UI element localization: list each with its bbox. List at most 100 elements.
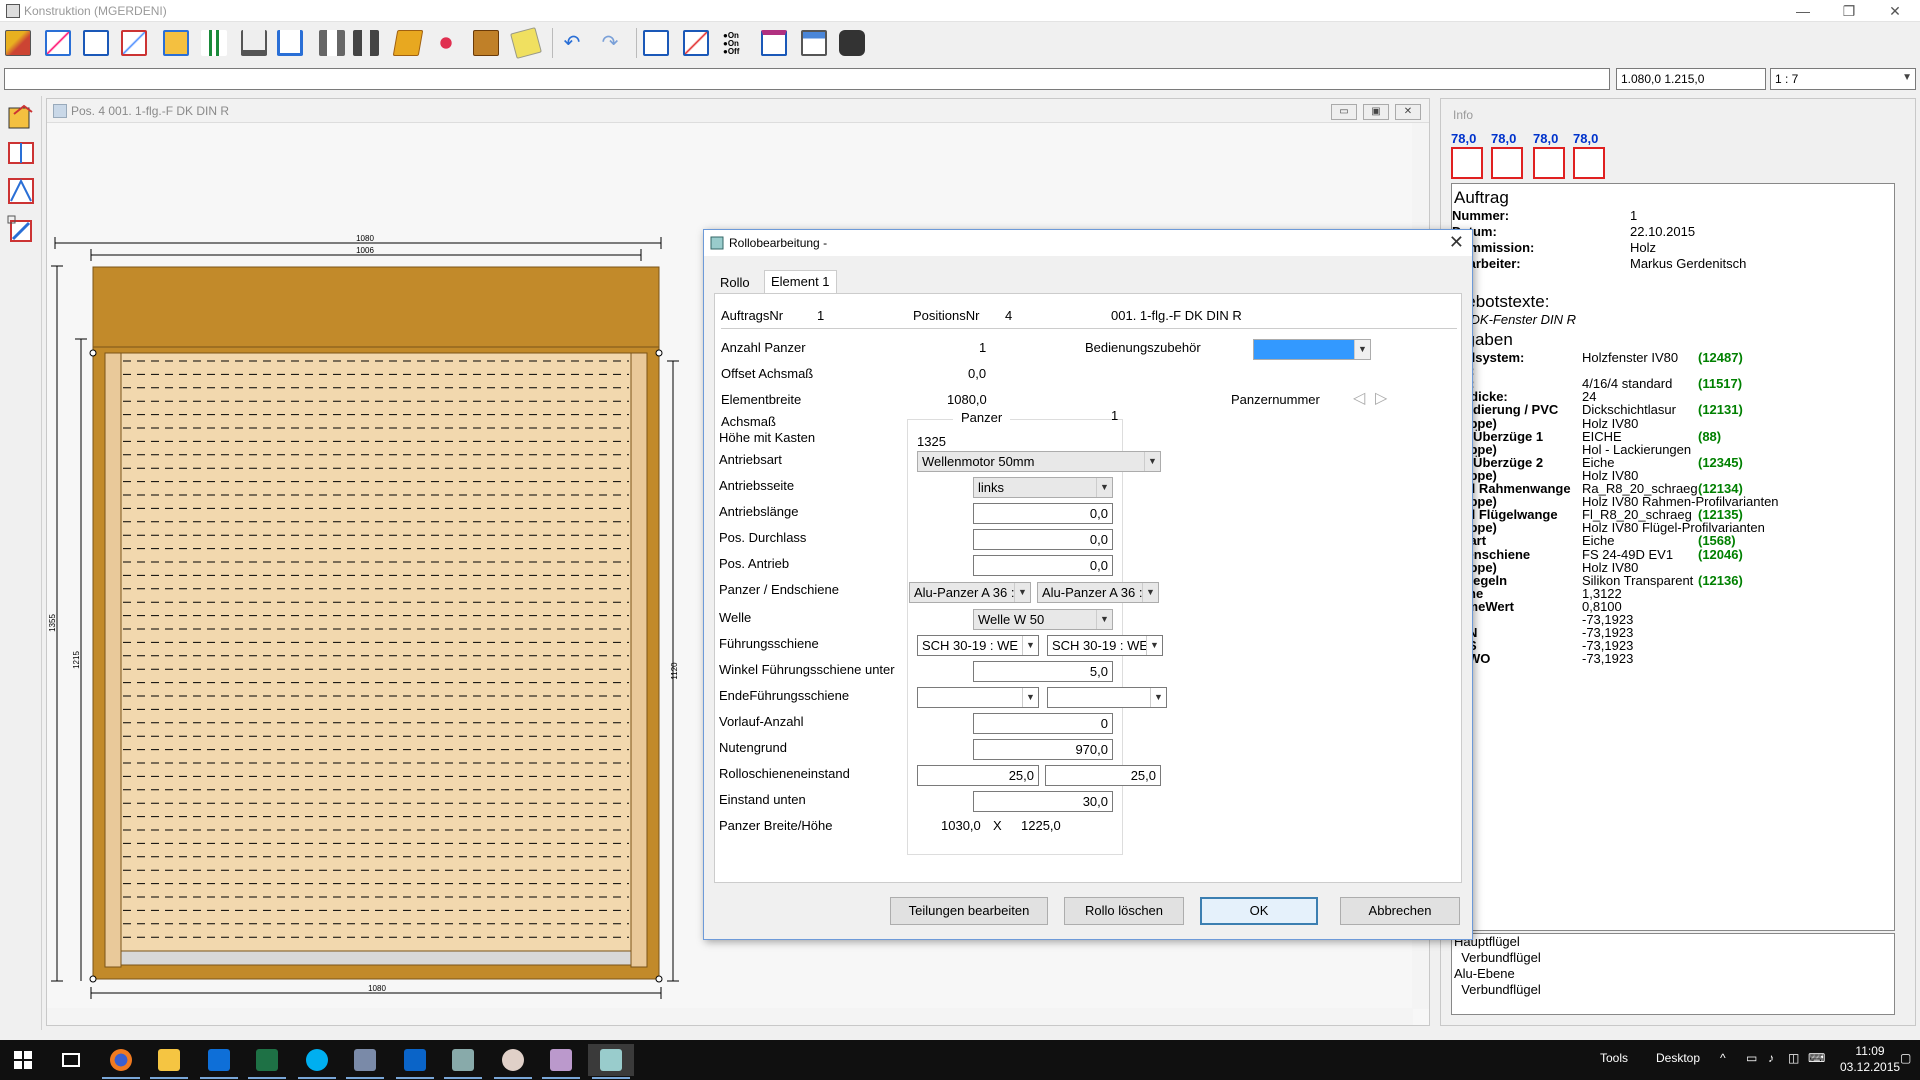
ok-button[interactable]: OK bbox=[1200, 897, 1318, 925]
bedienung-select[interactable]: ▼ bbox=[1253, 339, 1371, 360]
taskbar-explorer[interactable] bbox=[146, 1044, 192, 1079]
tree-item[interactable]: Alu-Ebene bbox=[1452, 966, 1894, 982]
task-view-button[interactable] bbox=[48, 1044, 94, 1076]
box-tool-button[interactable] bbox=[392, 27, 424, 59]
taskbar-firefox[interactable] bbox=[98, 1044, 144, 1079]
profile-box-4[interactable]: 78,0 bbox=[1573, 131, 1611, 179]
move-tool-button[interactable] bbox=[430, 27, 462, 59]
mdi-minimize-button[interactable]: ▭ bbox=[1331, 104, 1357, 120]
rollo-loeschen-button[interactable]: Rollo löschen bbox=[1064, 897, 1184, 925]
redo-button[interactable]: ↷ bbox=[594, 27, 626, 59]
ende-fuehrung-left-select[interactable]: ▼ bbox=[917, 687, 1039, 708]
taskbar-skype[interactable] bbox=[294, 1044, 340, 1079]
select-tool-button[interactable] bbox=[640, 27, 672, 59]
dialog-close-button[interactable]: ✕ bbox=[1449, 232, 1464, 253]
durchlass-input[interactable]: 0,0 bbox=[973, 529, 1113, 550]
package-tool-button[interactable] bbox=[470, 27, 502, 59]
frame-tool-button[interactable] bbox=[42, 27, 74, 59]
einstand-left-input[interactable]: 25,0 bbox=[917, 765, 1039, 786]
next-panzer-button[interactable]: ▷ bbox=[1375, 388, 1387, 408]
mdi-close-button[interactable]: ✕ bbox=[1395, 104, 1421, 120]
panzer-select[interactable]: Alu-Panzer A 36 : ▼ bbox=[909, 582, 1031, 603]
tree-item[interactable]: Verbundflügel bbox=[1452, 950, 1894, 966]
profile-box-1[interactable]: 78,0 bbox=[1451, 131, 1489, 179]
taskbar-network[interactable] bbox=[342, 1044, 388, 1079]
info-text-area[interactable]: Auftrag Nummer: 1 Datum: 22.10.2015 Kommissi… bbox=[1451, 183, 1895, 931]
label-tool-button[interactable] bbox=[510, 27, 542, 59]
bedienung-label: Bedienungszubehör bbox=[1085, 340, 1201, 355]
taskbar-outlook[interactable] bbox=[392, 1044, 438, 1079]
drawing-horizontal-scrollbar[interactable] bbox=[47, 1008, 1413, 1025]
fuehrung-right-select[interactable]: SCH 30-19 : WE ▼ bbox=[1047, 635, 1163, 656]
tree-item[interactable]: Hauptflügel bbox=[1452, 934, 1894, 950]
calendar-tool-button[interactable] bbox=[758, 27, 790, 59]
fuehrung-left-select[interactable]: SCH 30-19 : WE ▼ bbox=[917, 635, 1039, 656]
maximize-button[interactable]: ❐ bbox=[1826, 1, 1872, 21]
endschiene-select[interactable]: Alu-Panzer A 36 : ▼ bbox=[1037, 582, 1159, 603]
minimize-button[interactable]: — bbox=[1780, 1, 1826, 21]
taskbar-app-1[interactable] bbox=[440, 1044, 486, 1079]
antriebslaenge-input[interactable]: 0,0 bbox=[973, 503, 1113, 524]
tab-element-1[interactable]: Element 1 bbox=[764, 270, 837, 294]
construct-tool-button[interactable] bbox=[2, 27, 34, 59]
mdi-maximize-button[interactable]: ▣ bbox=[1363, 104, 1389, 120]
taskbar-app-3[interactable] bbox=[538, 1044, 584, 1079]
info-vertical-scrollbar[interactable] bbox=[1897, 123, 1913, 1013]
clock[interactable]: 11:09 03.12.2015 bbox=[1840, 1044, 1900, 1074]
winkel-input[interactable]: 5,0 bbox=[973, 661, 1113, 682]
profile-tool-button[interactable] bbox=[274, 27, 306, 59]
delete-select-button[interactable] bbox=[680, 27, 712, 59]
scale-select[interactable]: 1 : 7 ▼ bbox=[1770, 68, 1916, 90]
battery-icon[interactable]: ▭ bbox=[1746, 1051, 1757, 1065]
einstand-unten-input[interactable]: 30,0 bbox=[973, 791, 1113, 812]
start-button[interactable] bbox=[0, 1044, 46, 1076]
welle-select[interactable]: Welle W 50 ▼ bbox=[973, 609, 1113, 630]
sash-tool-button[interactable] bbox=[118, 27, 150, 59]
tray-tools[interactable]: Tools bbox=[1600, 1051, 1628, 1065]
sill-tool-button[interactable] bbox=[238, 27, 270, 59]
play-frame-button[interactable] bbox=[80, 27, 112, 59]
on-off-button[interactable]: ●On ●On ●Off bbox=[720, 27, 752, 59]
abbrechen-button[interactable]: Abbrechen bbox=[1340, 897, 1460, 925]
notifications-icon[interactable]: ▢ bbox=[1900, 1051, 1911, 1065]
taskbar-konstruktion[interactable] bbox=[588, 1044, 634, 1079]
ende-fuehrung-right-select[interactable]: ▼ bbox=[1047, 687, 1167, 708]
speaker-icon[interactable]: ♪ bbox=[1768, 1051, 1774, 1065]
edit-tool-button[interactable] bbox=[160, 27, 192, 59]
previous-panzer-button[interactable]: ◁ bbox=[1353, 388, 1365, 408]
taskbar-teamviewer[interactable] bbox=[196, 1044, 242, 1079]
network-tray-icon[interactable]: ◫ bbox=[1788, 1051, 1799, 1065]
einstand-right-input[interactable]: 25,0 bbox=[1045, 765, 1161, 786]
construct-icon bbox=[8, 104, 33, 129]
pos-antrieb-input[interactable]: 0,0 bbox=[973, 555, 1113, 576]
profile-box-3[interactable]: 78,0 bbox=[1533, 131, 1571, 179]
taskbar-app-2[interactable] bbox=[490, 1044, 536, 1079]
mullion-tool-button[interactable] bbox=[198, 27, 230, 59]
antriebsseite-select[interactable]: links ▼ bbox=[973, 477, 1113, 498]
chevron-up-icon[interactable]: ^ bbox=[1720, 1051, 1726, 1065]
teilungen-button[interactable]: Teilungen bearbeiten bbox=[890, 897, 1048, 925]
left-fill-button[interactable] bbox=[6, 214, 36, 244]
keyboard-icon[interactable]: ⌨ bbox=[1808, 1051, 1825, 1065]
tree-item[interactable]: Verbundflügel bbox=[1452, 982, 1894, 998]
antriebsart-select[interactable]: Wellenmotor 50mm ▼ bbox=[917, 451, 1161, 472]
nutengrund-input[interactable]: 970,0 bbox=[973, 739, 1113, 760]
left-window-button[interactable] bbox=[6, 138, 36, 168]
tab-rollo[interactable]: Rollo bbox=[714, 272, 756, 294]
windows-tool-button[interactable] bbox=[798, 27, 830, 59]
profile-box-2[interactable]: 78,0 bbox=[1491, 131, 1529, 179]
component-tree[interactable]: Hauptflügel Verbundflügel Alu-Ebene Verbu… bbox=[1451, 933, 1895, 1015]
tray-desktop[interactable]: Desktop bbox=[1656, 1051, 1700, 1065]
door2-tool-button[interactable] bbox=[350, 27, 382, 59]
left-sash-button[interactable] bbox=[6, 176, 36, 206]
print-button[interactable] bbox=[836, 27, 868, 59]
door-tool-button[interactable] bbox=[316, 27, 348, 59]
vorlauf-input[interactable]: 0 bbox=[973, 713, 1113, 734]
command-input[interactable] bbox=[4, 68, 1610, 90]
undo-button[interactable]: ↶ bbox=[556, 27, 588, 59]
taskbar-excel[interactable] bbox=[244, 1044, 290, 1079]
chevron-down-icon: ▼ bbox=[1022, 636, 1038, 655]
left-construct-button[interactable] bbox=[6, 102, 36, 132]
close-button[interactable]: ✕ bbox=[1872, 1, 1918, 21]
elementbreite-value: 1080,0 bbox=[947, 392, 987, 407]
